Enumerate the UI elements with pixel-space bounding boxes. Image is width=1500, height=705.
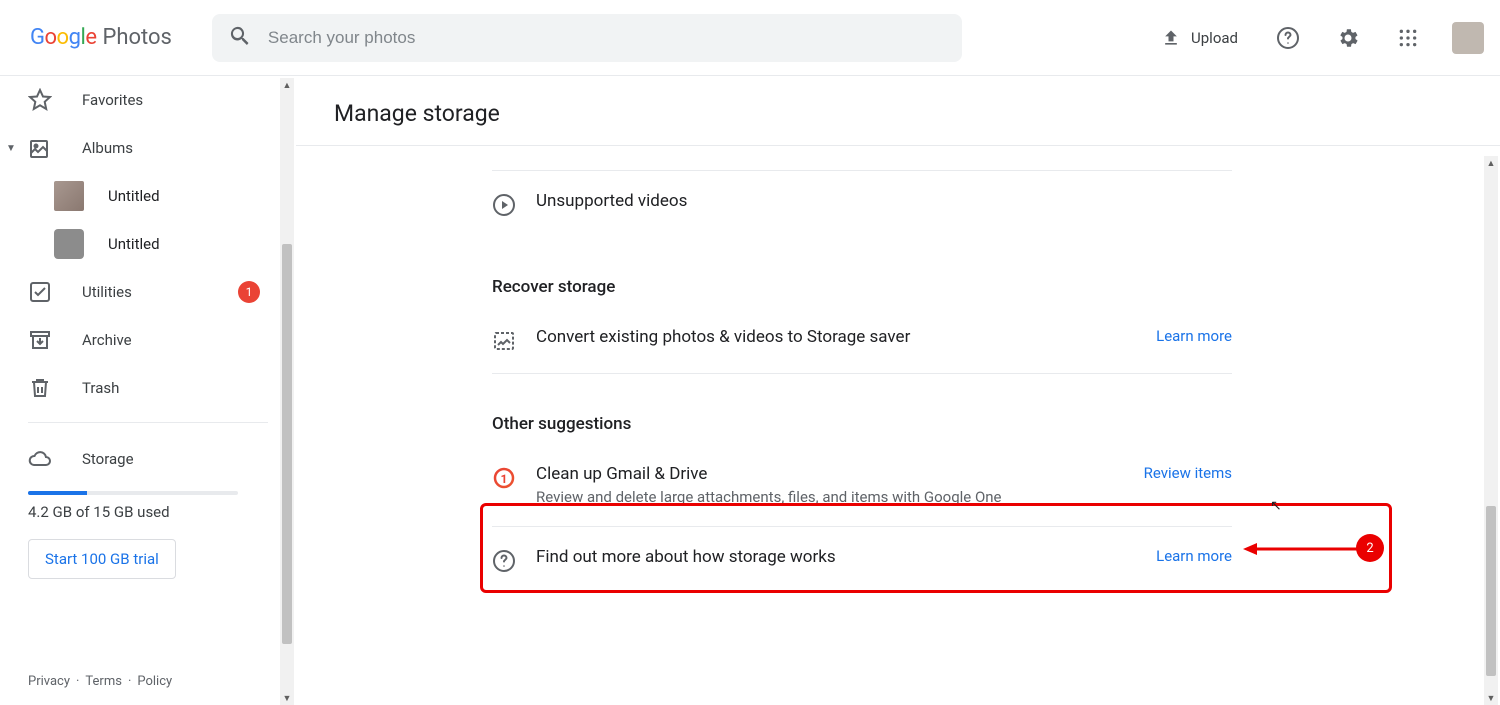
sidebar: Favorites ▼ Albums Untitled Untitled Uti… xyxy=(0,76,296,705)
sidebar-label: Storage xyxy=(82,450,134,468)
apps-button[interactable] xyxy=(1388,18,1428,58)
row-cleanup-gmail-drive[interactable]: 1 Clean up Gmail & Drive Review and dele… xyxy=(492,444,1232,526)
settings-button[interactable] xyxy=(1328,18,1368,58)
scroll-down-icon: ▼ xyxy=(280,691,294,705)
svg-text:1: 1 xyxy=(501,472,508,486)
row-title: Find out more about how storage works xyxy=(536,547,1156,567)
logo-suffix: Photos xyxy=(102,25,171,50)
row-description: Review and delete large attachments, fil… xyxy=(536,488,1144,506)
review-items-link[interactable]: Review items xyxy=(1144,464,1232,482)
sidebar-label: Trash xyxy=(82,379,119,397)
gear-icon xyxy=(1336,26,1360,50)
section-recover: Recover storage xyxy=(492,277,1500,297)
upload-icon xyxy=(1161,28,1181,48)
scrollbar-thumb[interactable] xyxy=(1486,506,1496,676)
image-icon xyxy=(492,327,536,353)
learn-more-link[interactable]: Learn more xyxy=(1156,327,1232,345)
sidebar-item-favorites[interactable]: Favorites xyxy=(0,76,296,124)
scroll-down-icon: ▼ xyxy=(1484,691,1498,705)
cloud-icon xyxy=(28,447,52,471)
caret-down-icon: ▼ xyxy=(6,143,16,154)
sidebar-item-trash[interactable]: Trash xyxy=(0,364,296,412)
scroll-up-icon: ▲ xyxy=(280,78,294,92)
content: Unsupported videos Recover storage Conve… xyxy=(296,170,1500,593)
utilities-icon xyxy=(28,280,52,304)
page-title: Manage storage xyxy=(296,76,1500,146)
sidebar-item-storage[interactable]: Storage xyxy=(0,435,296,483)
storage-section: 4.2 GB of 15 GB used Start 100 GB trial xyxy=(0,491,296,579)
trial-button[interactable]: Start 100 GB trial xyxy=(28,539,176,579)
terms-link[interactable]: Terms xyxy=(85,674,122,689)
trash-icon xyxy=(28,376,52,400)
search-icon xyxy=(228,24,252,52)
row-title: Unsupported videos xyxy=(536,191,1232,211)
sidebar-album-1[interactable]: Untitled xyxy=(0,172,296,220)
header: Google Photos Upload xyxy=(0,0,1500,76)
logo[interactable]: Google Photos xyxy=(30,25,172,50)
storage-text: 4.2 GB of 15 GB used xyxy=(28,503,268,521)
row-convert-storage[interactable]: Convert existing photos & videos to Stor… xyxy=(492,307,1232,373)
badge: 1 xyxy=(238,281,260,303)
help-button[interactable] xyxy=(1268,18,1308,58)
main: Manage storage Unsupported videos Recove… xyxy=(296,76,1500,705)
row-title: Clean up Gmail & Drive xyxy=(536,464,1144,484)
header-actions: Upload xyxy=(1151,18,1484,58)
apps-icon xyxy=(1398,28,1418,48)
play-icon xyxy=(492,191,536,217)
learn-more-link[interactable]: Learn more xyxy=(1156,547,1232,565)
main-scrollbar[interactable]: ▲ ▼ xyxy=(1484,156,1498,705)
avatar[interactable] xyxy=(1452,22,1484,54)
google-one-icon: 1 xyxy=(492,464,536,490)
help-icon xyxy=(1276,26,1300,50)
row-find-out-more[interactable]: Find out more about how storage works Le… xyxy=(492,527,1232,593)
sidebar-label: Albums xyxy=(82,139,133,157)
sidebar-label: Utilities xyxy=(82,283,132,301)
divider xyxy=(28,422,268,423)
scroll-up-icon: ▲ xyxy=(1484,156,1498,170)
star-icon xyxy=(28,88,52,112)
sidebar-item-utilities[interactable]: Utilities 1 xyxy=(0,268,296,316)
archive-icon xyxy=(28,328,52,352)
storage-fill xyxy=(28,491,87,495)
divider xyxy=(492,373,1232,374)
album-thumbnail xyxy=(54,181,84,211)
policy-link[interactable]: Policy xyxy=(137,674,172,689)
search-bar[interactable] xyxy=(212,14,962,62)
storage-bar xyxy=(28,491,238,495)
sidebar-album-2[interactable]: Untitled xyxy=(0,220,296,268)
album-thumbnail xyxy=(54,229,84,259)
footer-links: Privacy·Terms·Policy xyxy=(28,674,172,689)
sidebar-scrollbar[interactable]: ▲ ▼ xyxy=(280,78,294,705)
sidebar-item-archive[interactable]: Archive xyxy=(0,316,296,364)
sidebar-item-albums[interactable]: ▼ Albums xyxy=(0,124,296,172)
scrollbar-thumb[interactable] xyxy=(282,244,292,644)
album-name: Untitled xyxy=(108,235,160,253)
search-input[interactable] xyxy=(268,28,946,48)
help-circle-icon xyxy=(492,547,536,573)
privacy-link[interactable]: Privacy xyxy=(28,674,70,689)
upload-button[interactable]: Upload xyxy=(1151,20,1248,56)
album-icon xyxy=(28,136,52,160)
row-unsupported-videos[interactable]: Unsupported videos xyxy=(492,171,1232,237)
sidebar-label: Archive xyxy=(82,331,132,349)
sidebar-label: Favorites xyxy=(82,91,143,109)
upload-label: Upload xyxy=(1191,29,1238,47)
album-name: Untitled xyxy=(108,187,160,205)
row-title: Convert existing photos & videos to Stor… xyxy=(536,327,1156,347)
section-other: Other suggestions xyxy=(492,414,1500,434)
